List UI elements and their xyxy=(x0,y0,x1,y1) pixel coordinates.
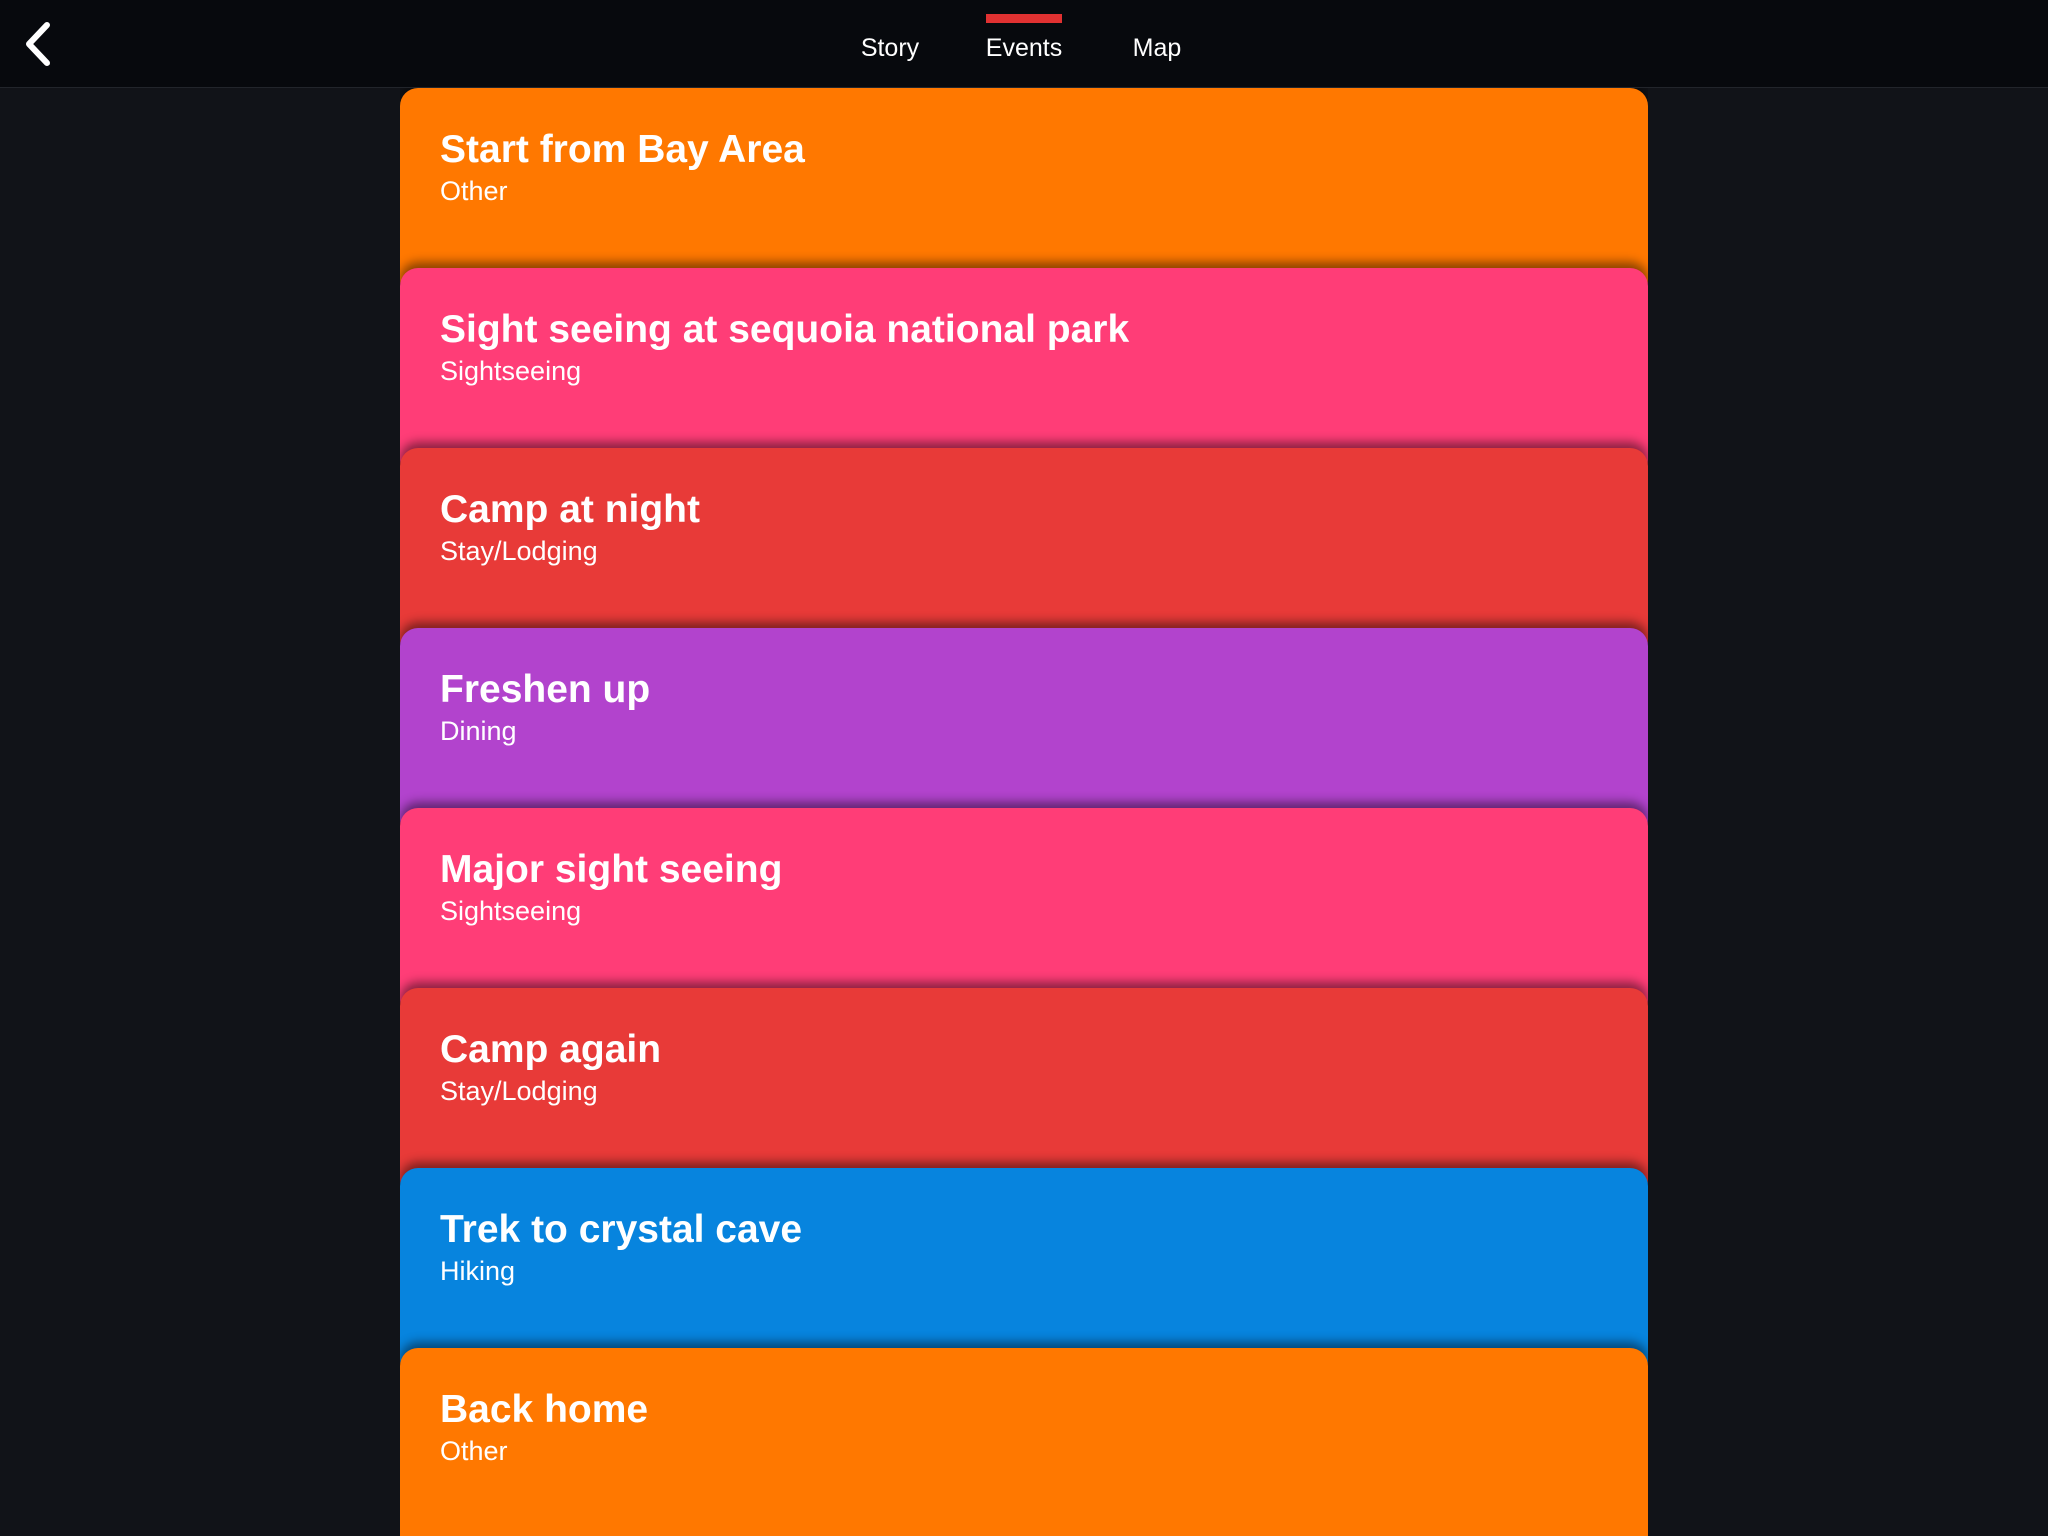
event-title: Camp at night xyxy=(440,488,700,531)
tab-events-label: Events xyxy=(985,34,1063,62)
event-category: Hiking xyxy=(440,1256,516,1286)
event-category: Other xyxy=(440,1436,508,1466)
event-title: Freshen up xyxy=(440,668,651,711)
event-title: Back home xyxy=(440,1388,649,1431)
event-card[interactable]: Start from Bay Area Other xyxy=(400,88,1648,298)
view-tabs: Story Events Map xyxy=(0,0,2048,88)
event-title: Camp again xyxy=(440,1028,662,1071)
event-category: Sightseeing xyxy=(440,896,582,926)
active-tab-indicator xyxy=(986,14,1062,23)
event-title: Trek to crystal cave xyxy=(440,1208,803,1251)
event-card[interactable]: Trek to crystal cave Hiking xyxy=(400,1168,1648,1378)
event-card[interactable]: Back home Other xyxy=(400,1348,1648,1536)
tab-map-label: Map xyxy=(1132,34,1182,62)
event-card[interactable]: Camp at night Stay/Lodging xyxy=(400,448,1648,658)
event-card[interactable]: Freshen up Dining xyxy=(400,628,1648,838)
event-category: Sightseeing xyxy=(440,356,582,386)
event-card[interactable]: Major sight seeing Sightseeing xyxy=(400,808,1648,1018)
tab-story[interactable]: Story xyxy=(835,0,945,88)
tab-events[interactable]: Events xyxy=(969,0,1079,88)
event-card[interactable]: Camp again Stay/Lodging xyxy=(400,988,1648,1198)
event-title: Start from Bay Area xyxy=(440,128,805,171)
event-category: Other xyxy=(440,176,508,206)
event-category: Dining xyxy=(440,716,517,746)
event-title: Major sight seeing xyxy=(440,848,783,891)
event-title: Sight seeing at sequoia national park xyxy=(440,308,1130,351)
event-card[interactable]: Sight seeing at sequoia national park Si… xyxy=(400,268,1648,478)
top-navigation-bar: Story Events Map xyxy=(0,0,2048,88)
tab-map[interactable]: Map xyxy=(1102,0,1212,88)
tab-story-label: Story xyxy=(860,34,920,62)
event-list: Start from Bay Area Other Sight seeing a… xyxy=(400,88,1648,1536)
event-category: Stay/Lodging xyxy=(440,1076,598,1106)
event-category: Stay/Lodging xyxy=(440,536,598,566)
